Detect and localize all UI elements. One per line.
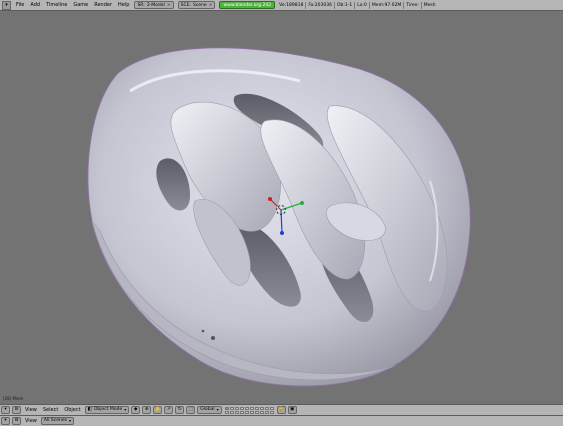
menu-render[interactable]: Render bbox=[91, 0, 115, 11]
stat-objects: Ob:1-1 bbox=[337, 2, 353, 8]
layer-button[interactable] bbox=[269, 406, 274, 410]
manipulator-toggle-icon[interactable]: ✋ bbox=[153, 406, 163, 414]
menu-view[interactable]: View bbox=[22, 405, 40, 416]
outliner-filter-label: All Scenes bbox=[43, 418, 67, 423]
layer-buttons[interactable] bbox=[224, 406, 274, 414]
layer-button[interactable] bbox=[254, 410, 259, 414]
draw-type-icon[interactable]: ◆ bbox=[131, 406, 141, 414]
stat-lamps: La:0 bbox=[357, 2, 367, 8]
layer-button[interactable] bbox=[259, 410, 264, 414]
window-type-icon[interactable]: ▾ bbox=[2, 0, 11, 10]
scene-name[interactable]: Scene bbox=[193, 3, 207, 8]
scene-selector[interactable]: SCE: Scene × bbox=[177, 1, 216, 9]
outliner-header: ▾ ⊟ View All Scenes ▾ bbox=[0, 415, 563, 426]
stat-vertices: Ve:189818 bbox=[279, 2, 304, 8]
helmet-hole bbox=[201, 329, 205, 333]
mode-select[interactable]: ◧ Object Mode ▾ bbox=[84, 406, 130, 414]
menu-object[interactable]: Object bbox=[61, 405, 83, 416]
layer-button[interactable] bbox=[234, 410, 239, 414]
layer-button[interactable] bbox=[229, 410, 234, 414]
chevron-down-icon: ▾ bbox=[124, 407, 127, 412]
chevron-down-icon: ▾ bbox=[216, 407, 219, 412]
chevron-down-icon: ▾ bbox=[68, 418, 71, 423]
layer-button[interactable] bbox=[269, 410, 274, 414]
layer-button[interactable] bbox=[259, 406, 264, 410]
layer-button[interactable] bbox=[249, 410, 254, 414]
pivot-icon[interactable]: ⊕ bbox=[142, 406, 152, 414]
screen-name[interactable]: 2-Model bbox=[147, 3, 165, 8]
window-type-icon[interactable]: ▾ bbox=[1, 417, 10, 425]
rotate-icon[interactable]: ↻ bbox=[175, 406, 185, 414]
mode-label: Object Mode bbox=[93, 407, 123, 412]
axis-x-handle bbox=[268, 197, 272, 201]
layer-button[interactable] bbox=[239, 406, 244, 410]
close-icon[interactable]: × bbox=[209, 3, 213, 8]
menu-view[interactable]: View bbox=[22, 416, 40, 426]
axis-y-handle bbox=[300, 201, 304, 205]
screen-prefix: SR: bbox=[137, 2, 145, 8]
menu-file[interactable]: File bbox=[13, 0, 27, 11]
layer-button[interactable] bbox=[244, 406, 249, 410]
screen-selector[interactable]: SR: 2-Model × bbox=[134, 1, 174, 9]
menu-game[interactable]: Game bbox=[70, 0, 91, 11]
website-link[interactable]: www.blender.org 242 bbox=[219, 1, 276, 9]
menu-help[interactable]: Help bbox=[115, 0, 132, 11]
layer-button[interactable] bbox=[254, 406, 259, 410]
close-icon[interactable]: × bbox=[167, 3, 171, 8]
helmet-hole bbox=[211, 336, 215, 340]
layer-button[interactable] bbox=[264, 410, 269, 414]
scale-icon[interactable]: ⬚ bbox=[186, 406, 196, 414]
scene-prefix: SCE: bbox=[180, 2, 191, 8]
collapse-icon[interactable]: ⊟ bbox=[12, 417, 21, 425]
stat-time: Time: bbox=[406, 2, 419, 8]
layer-button[interactable] bbox=[264, 406, 269, 410]
stat-faces: Fa:203036 bbox=[308, 2, 332, 8]
outliner-filter-select[interactable]: All Scenes ▾ bbox=[40, 417, 74, 425]
stat-memory: Mem:97.02M bbox=[371, 2, 402, 8]
menu-add[interactable]: Add bbox=[27, 0, 43, 11]
layer-button[interactable] bbox=[244, 410, 249, 414]
layer-button[interactable] bbox=[249, 406, 254, 410]
axis-z-handle bbox=[280, 231, 284, 235]
orientation-select[interactable]: Global ▾ bbox=[197, 406, 222, 414]
view-label: (28) Mesh bbox=[3, 396, 24, 401]
layer-button[interactable] bbox=[229, 406, 234, 410]
helmet-render bbox=[87, 47, 471, 387]
collapse-icon[interactable]: ⊟ bbox=[12, 406, 21, 414]
translate-icon[interactable]: ↗ bbox=[164, 406, 174, 414]
menu-timeline[interactable]: Timeline bbox=[43, 0, 70, 11]
menu-select[interactable]: Select bbox=[40, 405, 61, 416]
layer-button[interactable] bbox=[234, 406, 239, 410]
lock-icon[interactable]: 🔒 bbox=[276, 406, 286, 414]
orientation-label: Global bbox=[200, 407, 215, 412]
window-type-icon[interactable]: ▾ bbox=[1, 406, 10, 414]
3d-view-header: ▾ ⊟ View Select Object ◧ Object Mode ▾ ◆… bbox=[0, 404, 563, 415]
3d-viewport[interactable]: (28) Mesh bbox=[0, 11, 563, 404]
render-icon[interactable]: ▣ bbox=[287, 406, 297, 414]
stat-active-object: Mesh bbox=[423, 2, 436, 8]
info-header: ▾ File Add Timeline Game Render Help SR:… bbox=[0, 0, 563, 11]
window-type-glyph: ▾ bbox=[5, 1, 8, 8]
layer-button[interactable] bbox=[224, 406, 229, 410]
layer-button[interactable] bbox=[224, 410, 229, 414]
mode-icon: ◧ bbox=[87, 407, 92, 412]
layer-button[interactable] bbox=[239, 410, 244, 414]
